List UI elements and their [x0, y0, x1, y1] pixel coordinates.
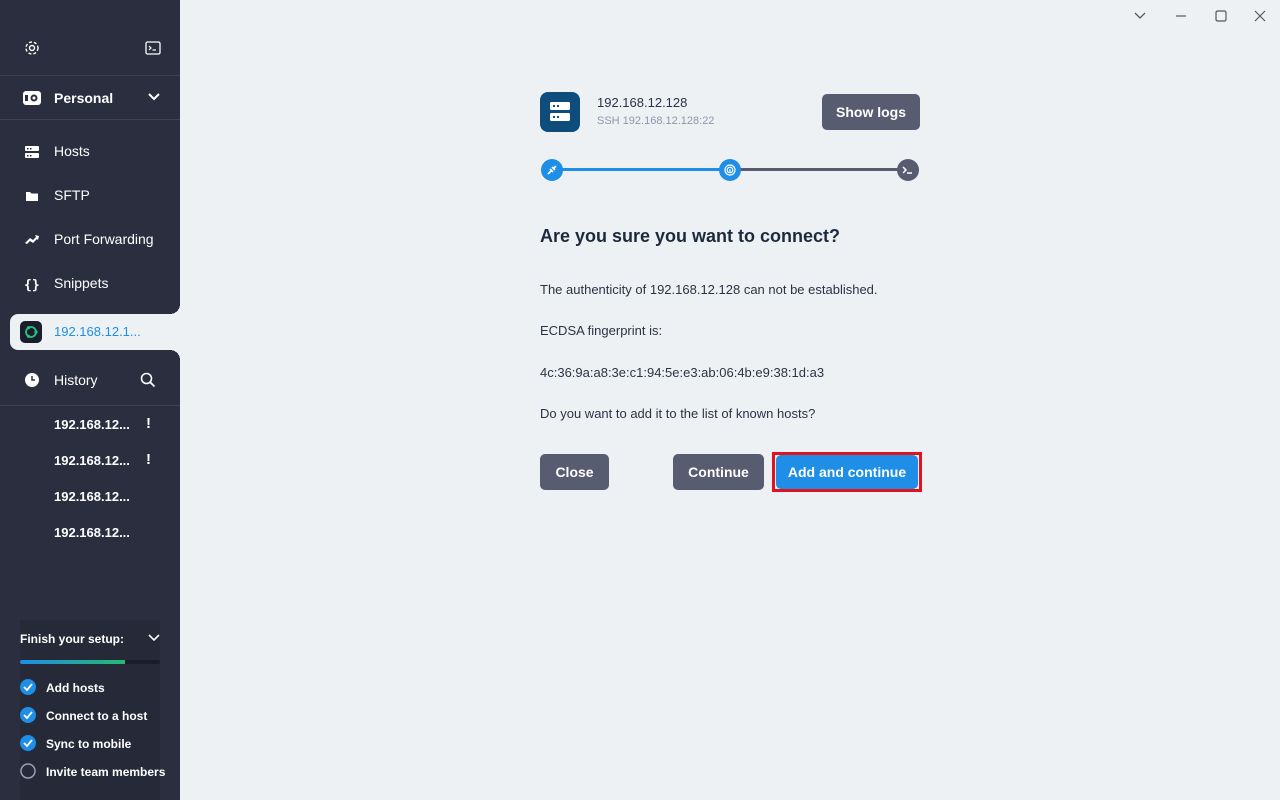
empty-circle-icon: [20, 763, 36, 779]
fingerprint-label: ECDSA fingerprint is:: [540, 323, 663, 338]
chevron-down-icon[interactable]: [148, 634, 160, 642]
server-icon: [540, 92, 580, 132]
setup-item-label: Invite team members: [46, 765, 166, 779]
folder-icon: [26, 192, 38, 201]
clock-icon: [25, 373, 39, 387]
authenticity-text: The authenticity of 192.168.12.128 can n…: [540, 282, 878, 297]
history-item-label: 192.168.12...: [54, 417, 130, 432]
sidebar-item-snippets[interactable]: {} Snippets: [0, 266, 180, 302]
history-label[interactable]: History: [54, 372, 98, 388]
svg-text:{}: {}: [24, 278, 40, 292]
sidebar-item-label: Hosts: [54, 143, 90, 159]
setup-panel: Finish your setup: Add hosts Connect to …: [20, 620, 165, 800]
progress-line-pending: [730, 168, 908, 171]
warning-icon: !: [146, 451, 151, 468]
vault-label: Personal: [54, 90, 114, 106]
setup-item-label: Add hosts: [46, 681, 105, 695]
search-icon[interactable]: [140, 372, 156, 388]
known-hosts-question: Do you want to add it to the list of kno…: [540, 406, 816, 421]
sidebar: Personal Hosts SFTP Port Forwarding {} S…: [0, 0, 180, 800]
plug-icon: [541, 159, 563, 181]
terminal-icon[interactable]: [145, 41, 161, 55]
vault-selector[interactable]: Personal: [0, 76, 180, 120]
sidebar-item-sftp[interactable]: SFTP: [0, 178, 180, 214]
ubuntu-icon: [20, 321, 42, 343]
setup-item-invite[interactable]: Invite team members: [20, 763, 180, 781]
setup-item-label: Sync to mobile: [46, 737, 132, 751]
history-item[interactable]: 192.168.12... !: [0, 446, 180, 476]
check-circle-icon: [20, 679, 36, 695]
sidebar-item-label: Snippets: [54, 275, 109, 291]
gear-icon[interactable]: [24, 40, 40, 56]
setup-item-connect[interactable]: Connect to a host: [20, 707, 180, 725]
chevron-down-icon[interactable]: [1130, 6, 1150, 26]
check-circle-icon: [20, 735, 36, 751]
sidebar-item-label: Port Forwarding: [54, 231, 154, 247]
close-button[interactable]: Close: [540, 454, 609, 490]
maximize-icon[interactable]: [1211, 6, 1231, 26]
setup-item-sync-mobile[interactable]: Sync to mobile: [20, 735, 180, 753]
progress-line-done: [552, 168, 730, 171]
setup-item-label: Connect to a host: [46, 709, 148, 723]
continue-button[interactable]: Continue: [673, 454, 764, 490]
setup-item-add-hosts[interactable]: Add hosts: [20, 679, 180, 697]
history-item[interactable]: 192.168.12... !: [0, 410, 180, 440]
tab-active-connection[interactable]: 192.168.12.1...: [10, 304, 180, 360]
dialog-heading: Are you sure you want to connect?: [540, 226, 841, 246]
sidebar-item-label: SFTP: [54, 187, 90, 203]
sidebar-item-port-forwarding[interactable]: Port Forwarding: [0, 222, 180, 258]
minimize-icon[interactable]: [1171, 6, 1191, 26]
fingerprint-icon: [719, 159, 741, 181]
setup-progress-fill: [20, 660, 125, 664]
history-item-label: 192.168.12...: [54, 489, 130, 504]
vault-icon: [23, 91, 41, 105]
close-icon[interactable]: [1250, 6, 1270, 26]
history-section: History: [0, 362, 180, 406]
check-circle-icon: [20, 707, 36, 723]
braces-icon: {}: [24, 278, 40, 292]
chevron-down-icon: [148, 93, 160, 101]
sidebar-item-hosts[interactable]: Hosts: [0, 134, 180, 170]
setup-title: Finish your setup:: [20, 632, 125, 646]
history-item-label: 192.168.12...: [54, 525, 130, 540]
add-and-continue-button[interactable]: Add and continue: [776, 455, 918, 489]
hosts-icon: [25, 146, 39, 158]
fingerprint-value: 4c:36:9a:a8:3e:c1:94:5e:e3:ab:06:4b:e9:3…: [540, 365, 825, 380]
show-logs-button[interactable]: Show logs: [822, 94, 920, 130]
host-subtitle: SSH 192.168.12.128:22: [597, 115, 715, 127]
warning-icon: !: [146, 415, 151, 432]
terminal-icon: [897, 159, 919, 181]
port-forward-icon: [25, 235, 39, 244]
history-item[interactable]: 192.168.12...: [0, 518, 180, 548]
sidebar-top: [0, 0, 180, 76]
setup-progress-bar: [20, 660, 160, 664]
host-title: 192.168.12.128: [597, 95, 688, 110]
history-item-label: 192.168.12...: [54, 453, 130, 468]
history-item[interactable]: 192.168.12...: [0, 482, 180, 512]
tab-label: 192.168.12.1...: [54, 324, 141, 339]
